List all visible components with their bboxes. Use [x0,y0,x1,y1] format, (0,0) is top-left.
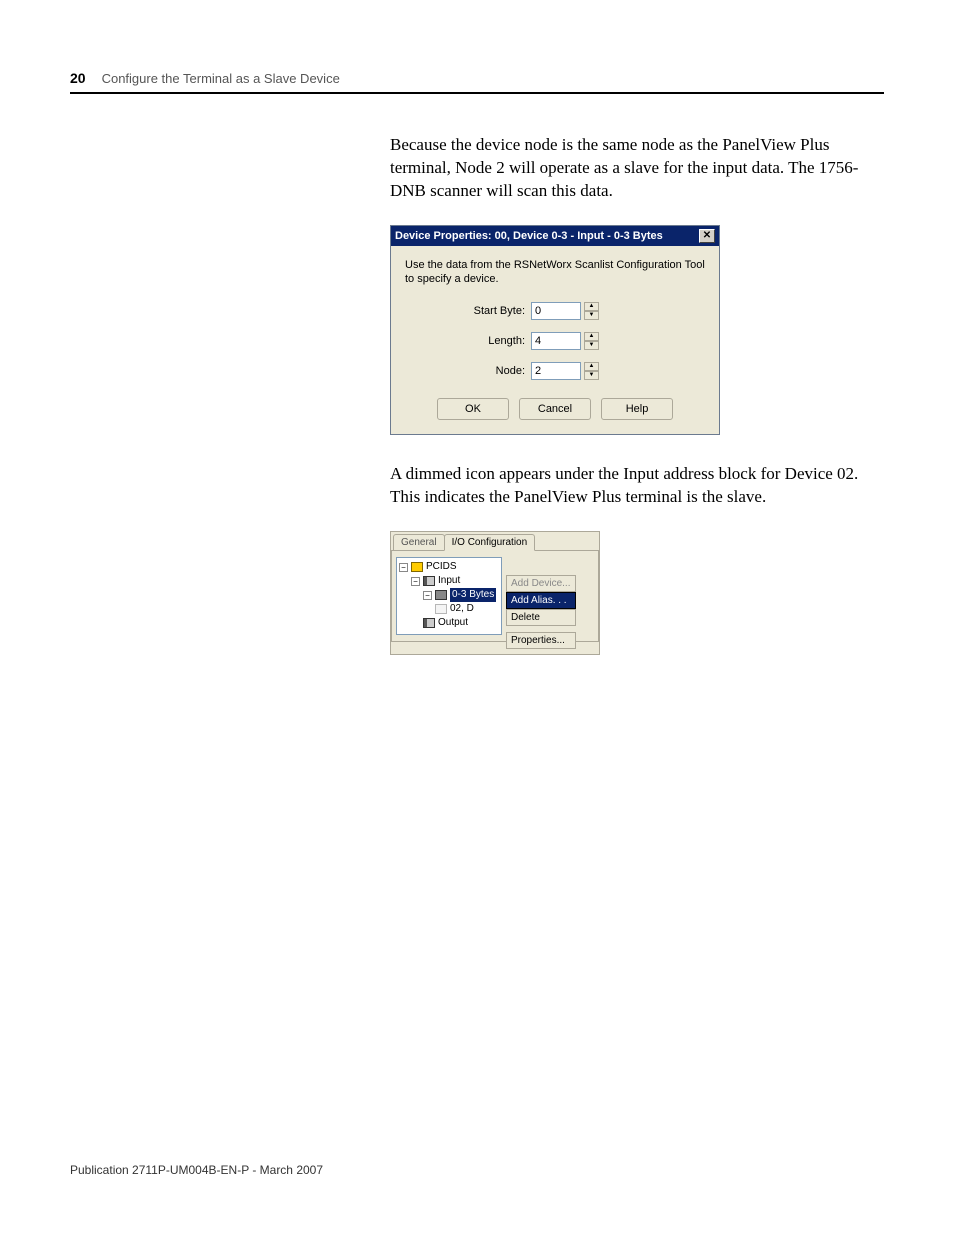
start-byte-input[interactable] [531,302,581,320]
length-label: Length: [405,335,531,347]
tree-root[interactable]: − PCIDS [399,560,499,574]
io-config-panel: General I/O Configuration − PCIDS − Inpu… [390,531,600,655]
tree-output[interactable]: Output [399,616,499,630]
start-byte-spinner[interactable]: ▲ ▼ [584,302,599,320]
io-tree[interactable]: − PCIDS − Input − 0-3 Bytes 02, D [396,557,502,635]
tree-bytes[interactable]: − 0-3 Bytes [399,588,499,602]
close-icon[interactable]: ✕ [699,229,715,243]
tab-strip: General I/O Configuration [391,532,599,550]
spin-up-icon[interactable]: ▲ [584,332,599,341]
tree-device-label: 02, D [450,602,474,616]
ok-button[interactable]: OK [437,398,509,420]
length-row: Length: ▲ ▼ [405,332,705,350]
dialog-titlebar[interactable]: Device Properties: 00, Device 0-3 - Inpu… [391,226,719,246]
header-title: Configure the Terminal as a Slave Device [102,71,340,86]
paragraph-2: A dimmed icon appears under the Input ad… [390,463,870,509]
tab-io-configuration[interactable]: I/O Configuration [444,534,536,551]
properties-button[interactable]: Properties... [506,632,576,649]
dialog-instruction: Use the data from the RSNetWorx Scanlist… [405,258,705,287]
pcids-icon [411,562,423,572]
spin-down-icon[interactable]: ▼ [584,341,599,350]
page-number: 20 [70,70,86,86]
spin-down-icon[interactable]: ▼ [584,311,599,320]
node-row: Node: ▲ ▼ [405,362,705,380]
node-input[interactable] [531,362,581,380]
bytes-icon [435,590,447,600]
device-properties-dialog: Device Properties: 00, Device 0-3 - Inpu… [390,225,720,436]
dialog-title: Device Properties: 00, Device 0-3 - Inpu… [395,230,663,242]
input-icon [423,576,435,586]
side-button-group: Add Device... Add Alias. . . Delete Prop… [506,575,576,649]
device-dimmed-icon [435,604,447,614]
node-spinner[interactable]: ▲ ▼ [584,362,599,380]
tree-device[interactable]: 02, D [399,602,499,616]
node-label: Node: [405,365,531,377]
cancel-button[interactable]: Cancel [519,398,591,420]
tree-bytes-label: 0-3 Bytes [450,588,496,602]
tree-collapse-icon[interactable]: − [423,591,432,600]
paragraph-1: Because the device node is the same node… [390,134,870,203]
tab-panel: − PCIDS − Input − 0-3 Bytes 02, D [391,550,599,642]
dialog-button-row: OK Cancel Help [405,398,705,420]
tree-input[interactable]: − Input [399,574,499,588]
spin-down-icon[interactable]: ▼ [584,371,599,380]
spin-up-icon[interactable]: ▲ [584,302,599,311]
spin-up-icon[interactable]: ▲ [584,362,599,371]
start-byte-row: Start Byte: ▲ ▼ [405,302,705,320]
footer-publication: Publication 2711P-UM004B-EN-P - March 20… [70,1163,323,1177]
add-device-button[interactable]: Add Device... [506,575,576,592]
length-input[interactable] [531,332,581,350]
help-button[interactable]: Help [601,398,673,420]
add-alias-button[interactable]: Add Alias. . . [506,592,576,609]
tree-root-label: PCIDS [426,560,457,574]
delete-button[interactable]: Delete [506,609,576,626]
header-rule [70,92,884,94]
tree-input-label: Input [438,574,460,588]
length-spinner[interactable]: ▲ ▼ [584,332,599,350]
page-header: 20 Configure the Terminal as a Slave Dev… [70,70,884,86]
tree-output-label: Output [438,616,468,630]
tab-general[interactable]: General [393,534,445,550]
output-icon [423,618,435,628]
tree-collapse-icon[interactable]: − [399,563,408,572]
start-byte-label: Start Byte: [405,305,531,317]
tree-collapse-icon[interactable]: − [411,577,420,586]
